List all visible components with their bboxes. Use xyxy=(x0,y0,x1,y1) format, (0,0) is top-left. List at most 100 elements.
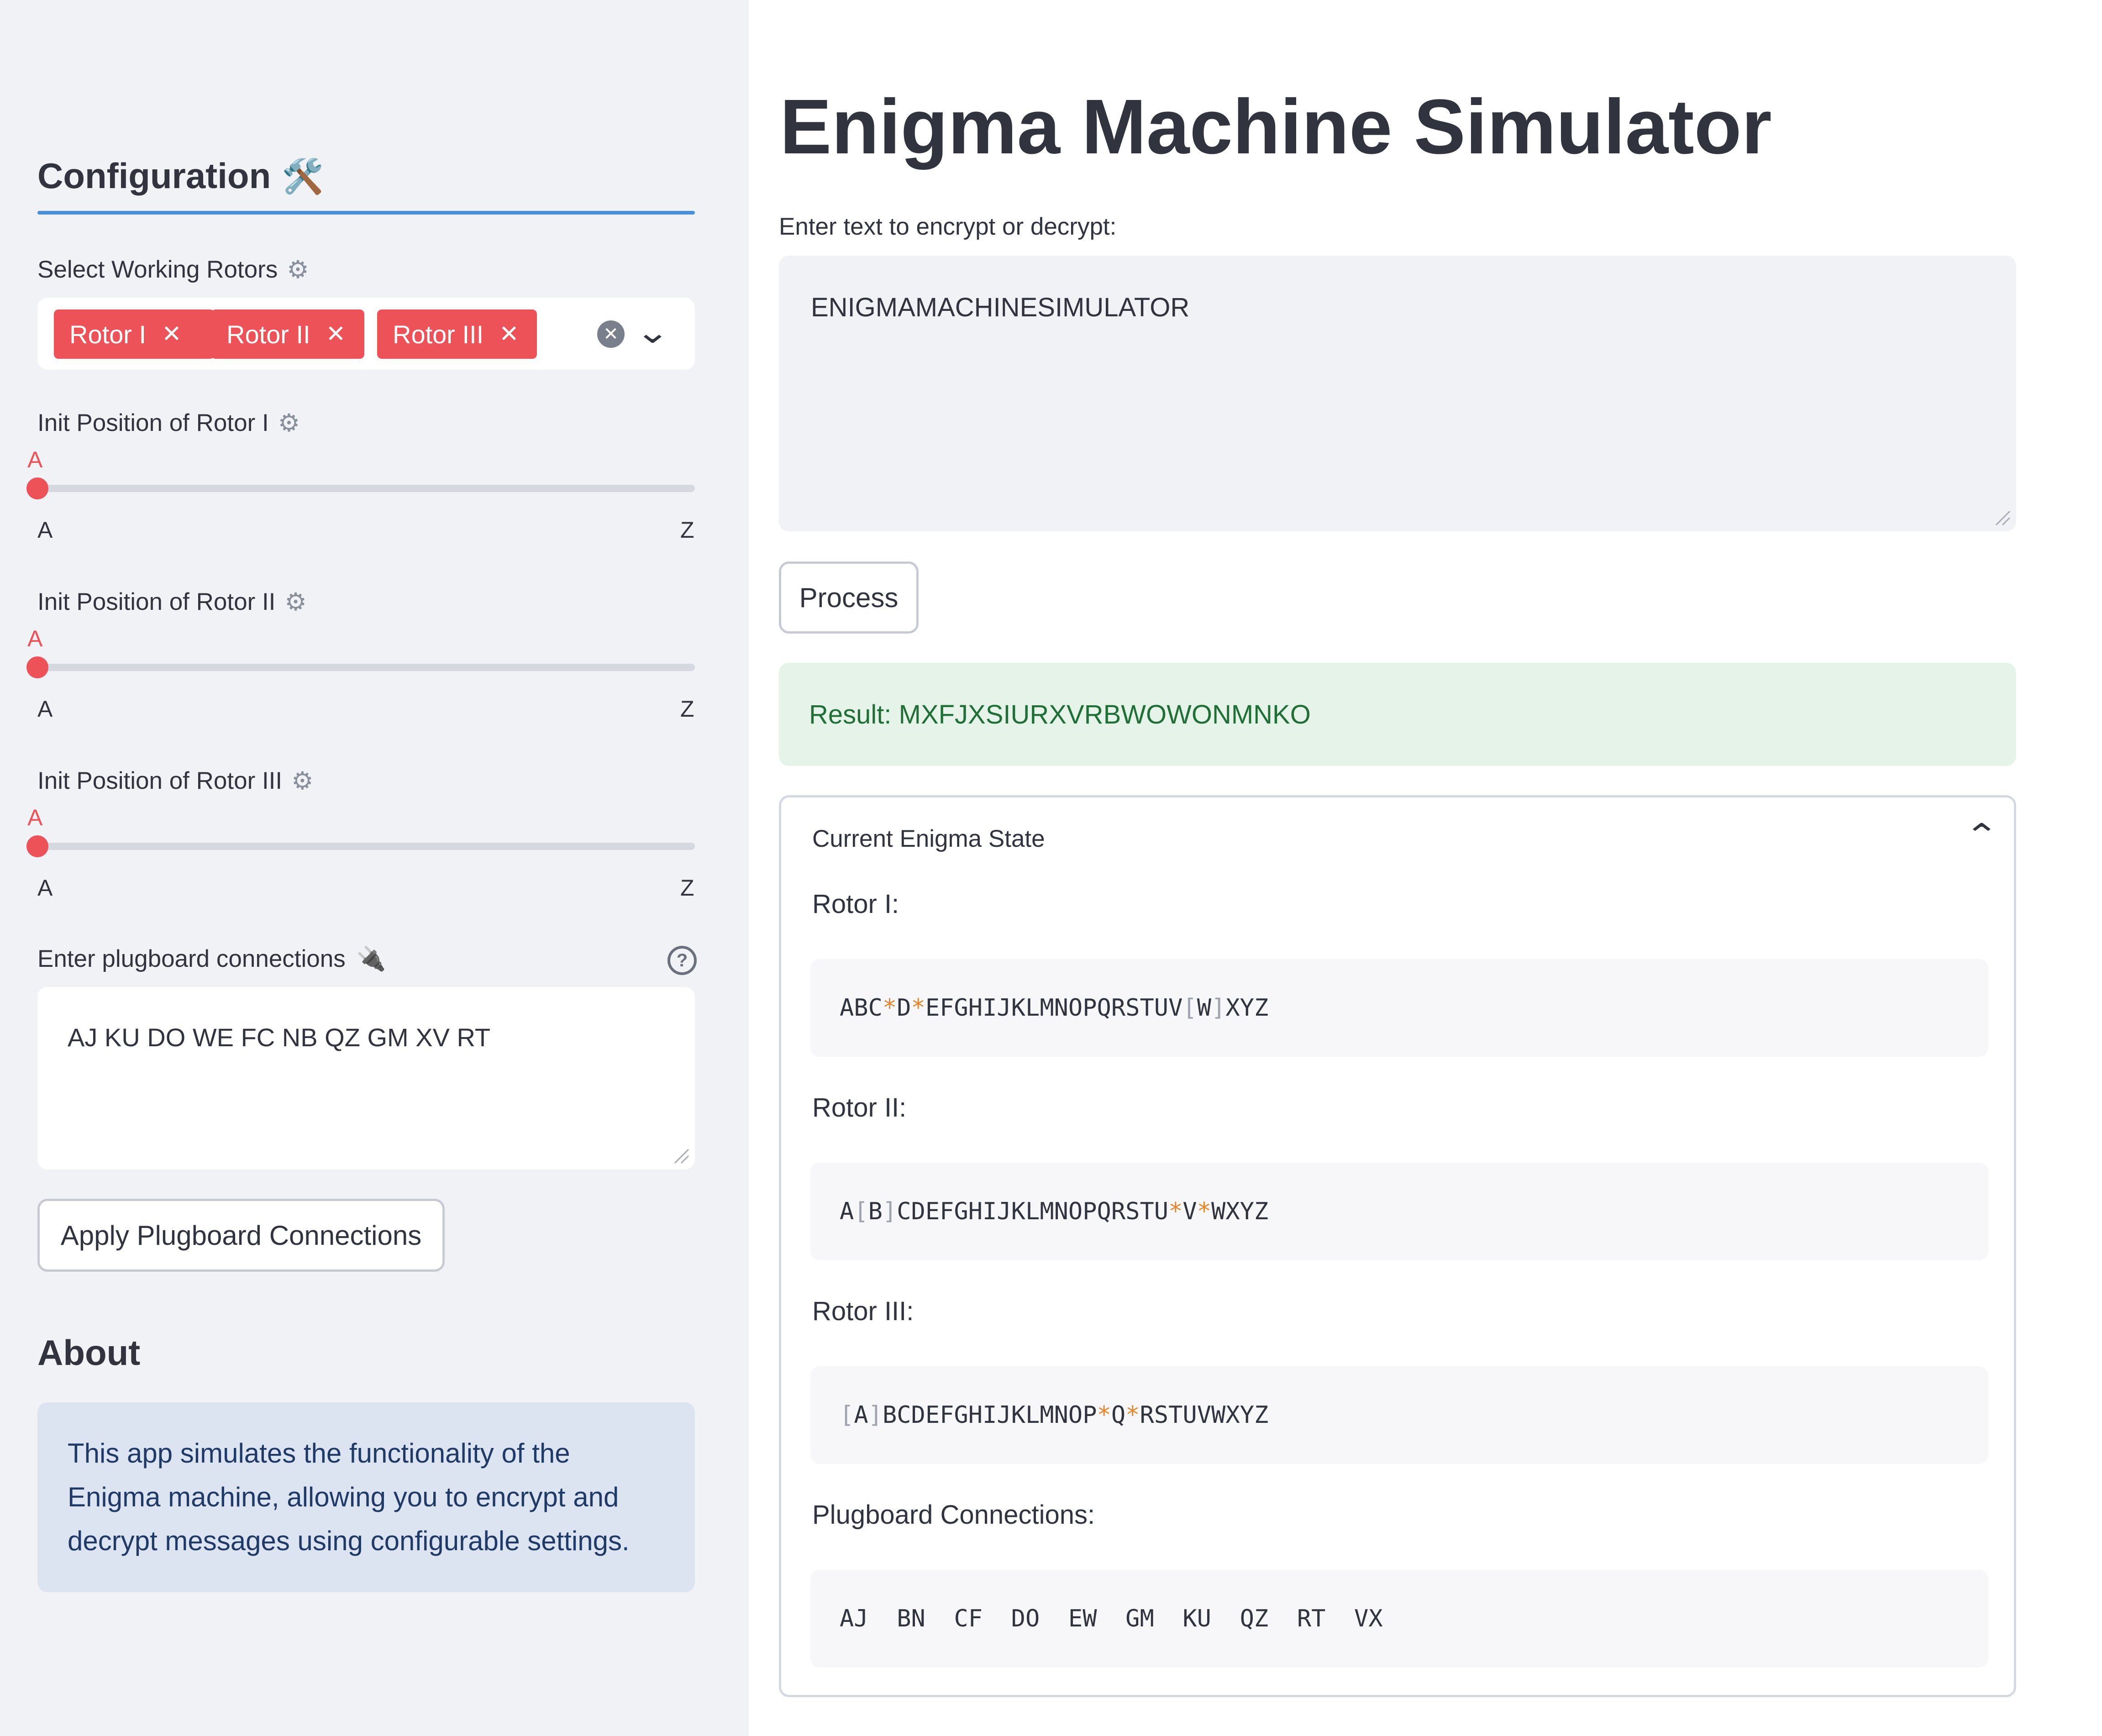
resize-handle-icon[interactable] xyxy=(1992,508,2011,526)
position-marker: * xyxy=(1168,1198,1183,1225)
plugboard-label-row: Enter plugboard connections 🔌 xyxy=(37,945,386,973)
rotor1-slider-value: A xyxy=(27,447,43,472)
rotor-chip-2[interactable]: Rotor II ✕ xyxy=(211,309,364,359)
rotor-letters: XYZ xyxy=(1225,994,1269,1022)
rotor3-position-label-row: Init Position of Rotor III ⚙ xyxy=(37,767,317,795)
rotor3-state-code: [A]BCDEFGHIJKLMNOP*Q*RSTUVWXYZ xyxy=(810,1366,1988,1464)
process-button[interactable]: Process xyxy=(779,561,919,634)
remove-chip-icon[interactable]: ✕ xyxy=(162,320,182,348)
about-heading: About xyxy=(37,1332,141,1373)
rotor1-position-label-row: Init Position of Rotor I ⚙ xyxy=(37,409,304,437)
position-marker: * xyxy=(1197,1198,1212,1225)
rotors-label-row: Select Working Rotors ⚙ xyxy=(37,256,312,283)
tools-icon: 🛠️ xyxy=(282,157,324,195)
position-marker: * xyxy=(882,994,897,1022)
input-label: Enter text to encrypt or decrypt: xyxy=(779,213,1117,240)
heading-divider xyxy=(37,211,695,215)
rotor-chip-label: Rotor III xyxy=(393,320,484,349)
notch-bracket: ] xyxy=(1211,994,1226,1022)
result-alert: Result: MXFJXSIURXVRBWOWONMNKO xyxy=(779,663,2016,766)
plugboard-state-code: AJ BN CF DO EW GM KU QZ RT VX xyxy=(810,1570,1988,1668)
configuration-title: Configuration xyxy=(37,156,271,196)
remove-chip-icon[interactable]: ✕ xyxy=(499,320,519,348)
gear-icon: ⚙ xyxy=(278,409,300,437)
rotor1-wiring: ABC*D*EFGHIJKLMNOPQRSTUV[W]XYZ xyxy=(840,994,1268,1022)
message-input-value: ENIGMAMACHINESIMULATOR xyxy=(811,293,1190,322)
slider-min-label: A xyxy=(37,875,53,901)
slider-max-label: Z xyxy=(680,875,694,901)
position-marker: * xyxy=(1097,1401,1111,1429)
remove-chip-icon[interactable]: ✕ xyxy=(326,320,346,348)
apply-plugboard-button[interactable]: Apply Plugboard Connections xyxy=(37,1199,445,1272)
rotor2-position-label-row: Init Position of Rotor II ⚙ xyxy=(37,588,310,616)
notch-bracket: [ xyxy=(1182,994,1197,1022)
rotor3-slider-thumb[interactable] xyxy=(26,835,48,857)
expander-header[interactable]: Current Enigma State xyxy=(812,825,1045,853)
message-textarea[interactable]: ENIGMAMACHINESIMULATOR xyxy=(779,256,2016,531)
rotor-letters: WXYZ xyxy=(1211,1198,1269,1225)
rotor2-slider-track[interactable] xyxy=(37,664,695,671)
rotor-chip-label: Rotor II xyxy=(226,320,310,349)
rotor-letters: W xyxy=(1197,994,1212,1022)
position-marker: * xyxy=(1125,1401,1140,1429)
plug-icon: 🔌 xyxy=(356,946,386,972)
chevron-down-icon[interactable]: ⌄ xyxy=(635,316,670,348)
rotor-chip-1[interactable]: Rotor I ✕ xyxy=(54,309,215,359)
notch-bracket: ] xyxy=(868,1401,883,1429)
resize-handle-icon[interactable] xyxy=(671,1146,689,1164)
plugboard-input-value: AJ KU DO WE FC NB QZ GM XV RT xyxy=(68,1023,491,1052)
rotor3-wiring: [A]BCDEFGHIJKLMNOP*Q*RSTUVWXYZ xyxy=(840,1401,1268,1429)
about-text: This app simulates the functionality of … xyxy=(68,1438,630,1556)
about-info-box: This app simulates the functionality of … xyxy=(37,1402,695,1592)
rotor3-slider-track[interactable] xyxy=(37,843,695,850)
rotor2-wiring: A[B]CDEFGHIJKLMNOPQRSTU*V*WXYZ xyxy=(840,1198,1268,1225)
rotor-letters: V xyxy=(1182,1198,1197,1225)
rotor1-position-label: Init Position of Rotor I xyxy=(37,409,269,436)
rotor-multiselect[interactable]: Rotor I ✕ Rotor II ✕ Rotor III ✕ ✕ ⌄ xyxy=(37,298,695,370)
rotor-letters: CDEFGHIJKLMNOPQRSTU xyxy=(897,1198,1169,1225)
slider-min-label: A xyxy=(37,517,53,543)
rotor2-slider-thumb[interactable] xyxy=(26,656,48,678)
notch-bracket: [ xyxy=(840,1401,854,1429)
slider-max-label: Z xyxy=(680,696,694,722)
enigma-state-expander: Current Enigma State ⌃ Rotor I: ABC*D*EF… xyxy=(779,795,2016,1697)
plugboard-state-label: Plugboard Connections: xyxy=(812,1500,1095,1530)
help-icon[interactable]: ? xyxy=(667,946,697,975)
gear-icon: ⚙ xyxy=(287,256,309,283)
slider-max-label: Z xyxy=(680,517,694,543)
sidebar: Configuration 🛠️ Select Working Rotors ⚙ … xyxy=(0,0,749,1736)
gear-icon: ⚙ xyxy=(284,588,307,616)
plugboard-textarea[interactable]: AJ KU DO WE FC NB QZ GM XV RT xyxy=(37,987,695,1170)
rotor-letters: Q xyxy=(1111,1401,1126,1429)
rotor-letters: ABC xyxy=(840,994,883,1022)
rotor1-state-label: Rotor I: xyxy=(812,889,899,919)
rotor2-slider-value: A xyxy=(27,626,43,651)
rotor1-slider-thumb[interactable] xyxy=(26,477,48,499)
rotor-chip-3[interactable]: Rotor III ✕ xyxy=(377,309,537,359)
position-marker: * xyxy=(911,994,925,1022)
rotor3-state-label: Rotor III: xyxy=(812,1296,914,1326)
rotor-letters: RSTUVWXYZ xyxy=(1140,1401,1269,1429)
rotor-letters: BCDEFGHIJKLMNOP xyxy=(882,1401,1097,1429)
rotor-letters: A xyxy=(840,1198,854,1225)
configuration-heading: Configuration 🛠️ xyxy=(37,155,324,197)
notch-bracket: ] xyxy=(882,1198,897,1225)
result-text: Result: MXFJXSIURXVRBWOWONMNKO xyxy=(809,699,1311,729)
page-title: Enigma Machine Simulator xyxy=(780,84,1772,170)
rotor3-position-label: Init Position of Rotor III xyxy=(37,767,283,794)
rotor-letters: D xyxy=(897,994,911,1022)
notch-bracket: [ xyxy=(854,1198,868,1225)
plugboard-label: Enter plugboard connections xyxy=(37,945,346,972)
chevron-up-icon[interactable]: ⌃ xyxy=(1964,817,1999,854)
rotors-label: Select Working Rotors xyxy=(37,256,278,283)
rotor2-position-label: Init Position of Rotor II xyxy=(37,588,276,615)
clear-all-icon[interactable]: ✕ xyxy=(597,320,625,348)
rotor3-slider-value: A xyxy=(27,805,43,830)
plugboard-pairs: AJ BN CF DO EW GM KU QZ RT VX xyxy=(840,1605,1383,1632)
rotor-letters: EFGHIJKLMNOPQRSTUV xyxy=(925,994,1183,1022)
rotor-letters: B xyxy=(868,1198,883,1225)
rotor-letters: A xyxy=(854,1401,868,1429)
slider-min-label: A xyxy=(37,696,53,722)
rotor1-slider-track[interactable] xyxy=(37,485,695,492)
rotor-chip-label: Rotor I xyxy=(69,320,147,349)
